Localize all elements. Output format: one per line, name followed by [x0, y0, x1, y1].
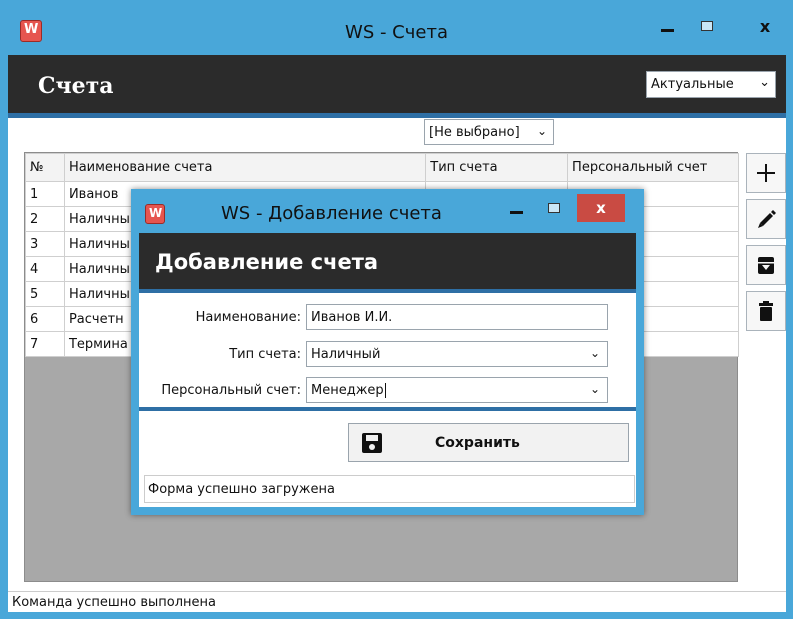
dialog-form-divider	[139, 407, 636, 411]
dialog-header: Добавление счета	[139, 233, 636, 289]
type-select-value: Наличный	[311, 347, 381, 362]
cell-number: 6	[25, 306, 65, 332]
maximize-icon	[548, 203, 560, 213]
add-account-dialog: WS - Добавление счета x Добавление счета…	[131, 189, 644, 515]
dialog-maximize-button[interactable]	[537, 194, 571, 222]
name-input[interactable]: Иванов И.И.	[306, 304, 608, 330]
column-header-personal[interactable]: Персональный счет	[567, 153, 739, 182]
chevron-down-icon: ⌄	[759, 75, 770, 90]
table-header-row: № Наименование счета Тип счета Персональ…	[25, 153, 739, 182]
maximize-icon	[701, 21, 713, 31]
dialog-close-button[interactable]: x	[577, 194, 625, 222]
text-cursor	[384, 383, 386, 398]
status-filter-value: Актуальные	[651, 77, 734, 92]
dialog-header-divider	[139, 289, 636, 293]
dialog-client-area: Добавление счета Наименование: Иванов И.…	[139, 233, 636, 507]
type-select[interactable]: Наличный ⌄	[306, 341, 608, 367]
cell-number: 2	[25, 206, 65, 232]
save-button-label: Сохранить	[435, 434, 520, 451]
save-button[interactable]: Сохранить	[348, 423, 629, 462]
cell-number: 3	[25, 231, 65, 257]
column-header-number[interactable]: №	[25, 153, 65, 182]
add-button[interactable]	[746, 153, 786, 193]
trash-icon	[759, 301, 773, 321]
name-label: Наименование:	[195, 310, 301, 325]
page-header: Счета Актуальные ⌄	[8, 55, 786, 113]
edit-button[interactable]	[746, 199, 786, 239]
minimize-icon	[509, 210, 523, 214]
account-type-filter[interactable]: [Не выбрано] ⌄	[424, 119, 554, 145]
dialog-app-icon	[145, 204, 165, 224]
chevron-down-icon: ⌄	[536, 124, 547, 138]
dialog-status-bar: Форма успешно загружена	[144, 475, 635, 503]
archive-icon	[758, 257, 774, 274]
personal-account-select[interactable]: Менеджер ⌄	[306, 377, 608, 403]
archive-button[interactable]	[746, 245, 786, 285]
status-bar: Команда успешно выполнена	[8, 591, 786, 612]
maximize-button[interactable]	[690, 11, 724, 41]
personal-account-value: Менеджер	[311, 383, 384, 398]
pencil-icon	[758, 210, 776, 228]
status-filter-select[interactable]: Актуальные ⌄	[646, 71, 776, 98]
personal-account-label: Персональный счет:	[161, 383, 301, 398]
chevron-down-icon: ⌄	[589, 346, 600, 360]
column-header-name[interactable]: Наименование счета	[63, 153, 427, 182]
cell-number: 5	[25, 281, 65, 307]
type-label: Тип счета:	[229, 347, 301, 362]
header-divider	[8, 113, 786, 118]
account-type-filter-value: [Не выбрано]	[429, 125, 520, 140]
chevron-down-icon: ⌄	[589, 382, 600, 396]
minimize-button[interactable]	[650, 11, 684, 41]
name-input-value: Иванов И.И.	[311, 310, 393, 325]
column-header-type[interactable]: Тип счета	[425, 153, 569, 182]
close-button[interactable]: x	[740, 11, 790, 41]
dialog-minimize-button[interactable]	[499, 194, 533, 222]
page-title: Счета	[38, 73, 114, 99]
delete-button[interactable]	[746, 291, 786, 331]
cell-number: 4	[25, 256, 65, 282]
main-titlebar[interactable]: WS - Счета x	[0, 0, 793, 55]
cell-number: 1	[25, 181, 65, 207]
dialog-header-title: Добавление счета	[155, 250, 379, 274]
dialog-title[interactable]: WS - Добавление счета	[221, 203, 442, 224]
minimize-icon	[660, 28, 674, 32]
floppy-disk-icon	[362, 432, 382, 453]
cell-number: 7	[25, 331, 65, 357]
plus-icon	[757, 164, 775, 182]
